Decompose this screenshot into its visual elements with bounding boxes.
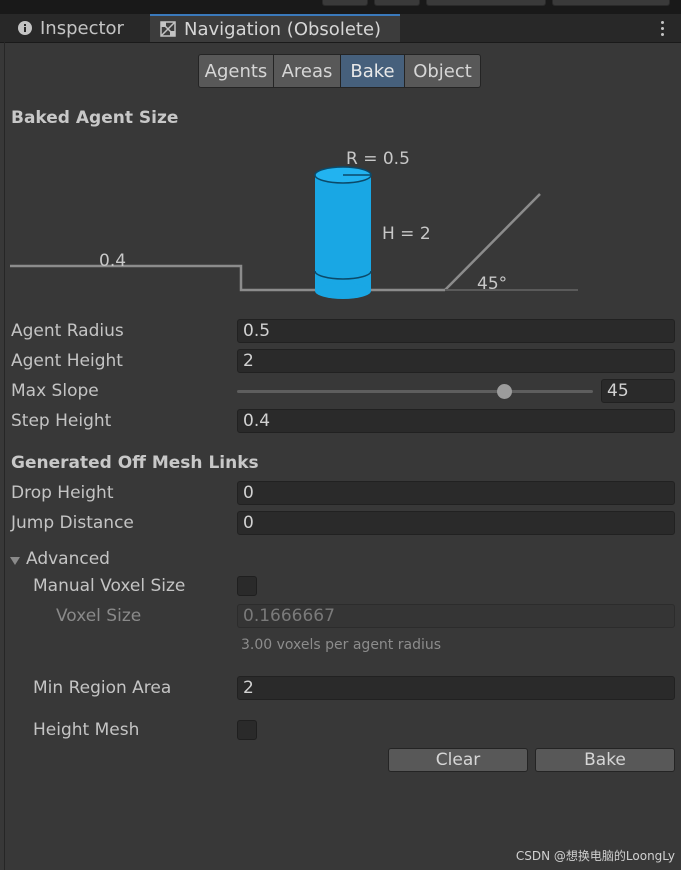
tab-agents[interactable]: Agents xyxy=(198,54,274,88)
max-slope-slider[interactable] xyxy=(237,390,593,393)
manual-voxel-size-label: Manual Voxel Size xyxy=(33,576,186,596)
window-tab-bar: Inspector Navigation (Obsolete) xyxy=(0,14,681,43)
jump-distance-field[interactable]: 0 xyxy=(237,511,675,535)
toolbar-button[interactable] xyxy=(322,0,368,6)
agent-height-field[interactable]: 2 xyxy=(237,349,675,373)
voxel-hint-text: 3.00 voxels per agent radius xyxy=(241,637,442,653)
navigation-mode-tabs: Agents Areas Bake Object xyxy=(198,54,481,88)
toolbar-button[interactable] xyxy=(374,0,420,6)
max-slope-slider-thumb[interactable] xyxy=(496,384,512,399)
radius-label: R = 0.5 xyxy=(346,149,410,169)
height-label: H = 2 xyxy=(382,224,431,244)
drop-height-label: Drop Height xyxy=(11,483,114,503)
more-options-icon[interactable] xyxy=(657,16,667,40)
toolbar-button[interactable] xyxy=(552,0,670,6)
min-region-area-label: Min Region Area xyxy=(33,678,172,698)
drop-height-field[interactable]: 0 xyxy=(237,481,675,505)
tab-navigation[interactable]: Navigation (Obsolete) xyxy=(150,14,400,42)
bake-button[interactable]: Bake xyxy=(535,748,675,772)
max-slope-field[interactable]: 45 xyxy=(601,379,675,403)
voxel-size-field: 0.1666667 xyxy=(237,604,675,628)
tab-inspector[interactable]: Inspector xyxy=(0,14,148,42)
tab-bake[interactable]: Bake xyxy=(341,54,405,88)
watermark: CSDN @想换电脑的LoongLy xyxy=(515,849,675,863)
advanced-foldout-label[interactable]: Advanced xyxy=(26,549,110,569)
jump-distance-label: Jump Distance xyxy=(11,513,134,533)
navmesh-icon xyxy=(160,21,176,37)
step-height-field[interactable]: 0.4 xyxy=(237,409,675,433)
step-height-label: 0.4 xyxy=(99,251,126,271)
height-mesh-checkbox[interactable] xyxy=(237,720,257,740)
toolbar-button[interactable] xyxy=(426,0,546,6)
min-region-area-field[interactable]: 2 xyxy=(237,676,675,700)
height-mesh-label: Height Mesh xyxy=(33,720,140,740)
offmesh-links-heading: Generated Off Mesh Links xyxy=(11,453,259,473)
top-toolbar-strip xyxy=(0,0,681,14)
agent-height-label: Agent Height xyxy=(11,351,123,371)
info-icon xyxy=(18,21,32,35)
slope-angle-label: 45° xyxy=(477,274,507,294)
agent-radius-field[interactable]: 0.5 xyxy=(237,319,675,343)
tab-navigation-label: Navigation (Obsolete) xyxy=(184,18,382,40)
ground-line xyxy=(10,264,445,292)
clear-button[interactable]: Clear xyxy=(388,748,528,772)
manual-voxel-size-checkbox[interactable] xyxy=(237,576,257,596)
foldout-arrow-down-icon[interactable] xyxy=(9,555,21,567)
max-slope-label: Max Slope xyxy=(11,381,99,401)
agent-cylinder xyxy=(314,166,372,299)
tab-areas[interactable]: Areas xyxy=(274,54,341,88)
tab-object[interactable]: Object xyxy=(405,54,481,88)
baked-agent-size-heading: Baked Agent Size xyxy=(11,108,179,128)
agent-size-diagram: R = 0.5 H = 2 0.4 45° xyxy=(10,149,578,299)
voxel-size-label: Voxel Size xyxy=(56,606,142,626)
tab-inspector-label: Inspector xyxy=(40,17,124,39)
step-height-label: Step Height xyxy=(11,411,112,431)
agent-radius-label: Agent Radius xyxy=(11,321,124,341)
